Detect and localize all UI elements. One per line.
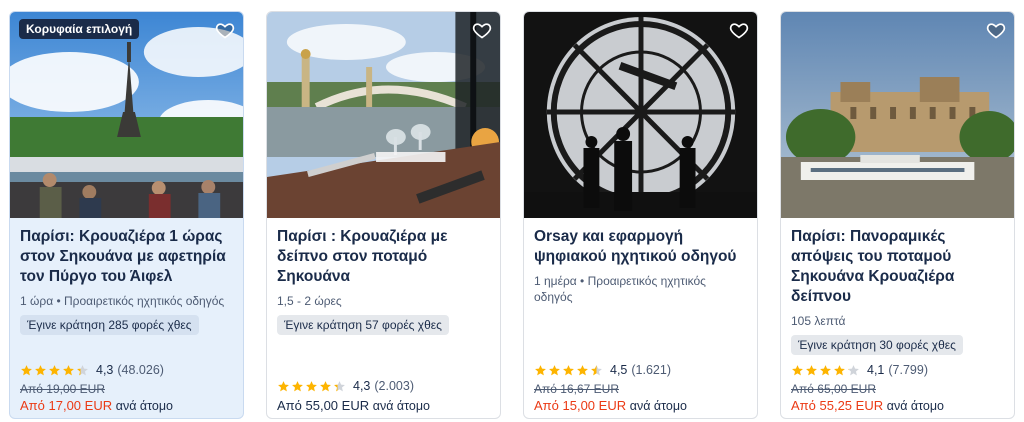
heart-icon: [215, 23, 235, 39]
activity-card[interactable]: Παρίσι: Πανοραμικές απόψεις του ποταμού …: [780, 11, 1015, 419]
star-icon: [320, 380, 331, 391]
per-person-label: ανά άτομο: [886, 399, 944, 413]
price-amount: 17,00 EUR: [48, 398, 113, 413]
star-icon: [820, 364, 831, 375]
top-pick-badge: Κορυφαία επιλογή: [19, 19, 140, 39]
activity-cards-row: Κορυφαία επιλογή Παρίσι: Κρουαζιέρα 1 ώρ…: [0, 0, 1024, 422]
price: Από 55,00 EUR ανά άτομο: [277, 397, 490, 415]
activity-card[interactable]: Παρίσι : Κρουαζιέρα με δείπνο στον ποταμ…: [266, 11, 501, 419]
price: Από 55,25 EUR ανά άτομο: [791, 397, 1004, 415]
rating-count: (7.799): [888, 363, 928, 377]
star-icon: [792, 364, 803, 375]
price: Από 15,00 EUR ανά άτομο: [534, 397, 747, 415]
activity-image[interactable]: Κορυφαία επιλογή: [10, 12, 243, 218]
activity-card[interactable]: Κορυφαία επιλογή Παρίσι: Κρουαζιέρα 1 ώρ…: [9, 11, 244, 419]
heart-icon: [729, 23, 749, 39]
star-icon: [21, 364, 32, 375]
star-icon: [563, 364, 574, 375]
price: Από 17,00 EUR ανά άτομο: [20, 397, 233, 415]
star-icon: [278, 380, 289, 391]
heart-icon: [986, 23, 1006, 39]
rating-stars: [791, 364, 861, 377]
activity-title[interactable]: Παρίσι : Κρουαζιέρα με δείπνο στον ποταμ…: [277, 227, 490, 287]
wishlist-heart-button[interactable]: [727, 18, 751, 42]
rating-count: (48.026): [117, 363, 164, 377]
heart-icon: [472, 23, 492, 39]
star-icon: [806, 364, 817, 375]
star-icon: [63, 364, 74, 375]
rating-stars: [277, 380, 347, 393]
star-icon: [549, 364, 560, 375]
activity-card[interactable]: Orsay και εφαρμογή ψηφιακού ηχητικού οδη…: [523, 11, 758, 419]
original-price: Από 16,67 EUR: [534, 382, 619, 396]
star-icon: [77, 364, 88, 375]
original-price: Από 19,00 EUR: [20, 382, 105, 396]
activity-title[interactable]: Orsay και εφαρμογή ψηφιακού ηχητικού οδη…: [534, 227, 747, 267]
activity-meta: 1 ώρα • Προαιρετικός ηχητικός οδηγός: [20, 294, 225, 308]
wishlist-heart-button[interactable]: [213, 18, 237, 42]
original-price: Από 65,00 EUR: [791, 382, 876, 396]
rating-count: (1.621): [631, 363, 671, 377]
rating-stars: [534, 364, 604, 377]
star-icon: [35, 364, 46, 375]
star-icon: [306, 380, 317, 391]
activity-title[interactable]: Παρίσι: Κρουαζιέρα 1 ώρας στον Σηκουάνα …: [20, 227, 233, 287]
rating-value: 4,5: [610, 363, 628, 377]
star-icon: [834, 364, 845, 375]
price-amount: 55,00 EUR: [305, 398, 370, 413]
star-icon: [577, 364, 588, 375]
star-icon: [334, 380, 345, 391]
activity-meta: 1 ημέρα • Προαιρετικός ηχητικός οδηγός: [534, 274, 706, 304]
rating-value: 4,3: [96, 363, 114, 377]
per-person-label: ανά άτομο: [115, 399, 173, 413]
star-icon: [49, 364, 60, 375]
rating-count: (2.003): [374, 379, 414, 393]
price-prefix: Από: [534, 398, 559, 413]
per-person-label: ανά άτομο: [629, 399, 687, 413]
rating: 4,5 (1.621): [534, 362, 747, 378]
activity-meta: 105 λεπτά: [791, 314, 846, 328]
rating: 4,1 (7.799): [791, 362, 1004, 378]
activity-image[interactable]: [781, 12, 1014, 218]
star-icon: [591, 364, 602, 375]
rating-value: 4,1: [867, 363, 885, 377]
booked-yesterday-badge: Έγινε κράτηση 57 φορές χθες: [277, 315, 449, 335]
wishlist-heart-button[interactable]: [984, 18, 1008, 42]
star-icon: [292, 380, 303, 391]
booked-yesterday-badge: Έγινε κράτηση 285 φορές χθες: [20, 315, 199, 335]
price-prefix: Από: [791, 398, 816, 413]
activity-image[interactable]: [267, 12, 500, 218]
rating: 4,3 (2.003): [277, 378, 490, 394]
rating-stars: [20, 364, 90, 377]
star-icon: [535, 364, 546, 375]
activity-image[interactable]: [524, 12, 757, 218]
rating-value: 4,3: [353, 379, 371, 393]
star-icon: [848, 364, 859, 375]
price-prefix: Από: [277, 398, 302, 413]
activity-title[interactable]: Παρίσι: Πανοραμικές απόψεις του ποταμού …: [791, 227, 1004, 307]
rating: 4,3 (48.026): [20, 362, 233, 378]
wishlist-heart-button[interactable]: [470, 18, 494, 42]
price-amount: 15,00 EUR: [562, 398, 627, 413]
booked-yesterday-badge: Έγινε κράτηση 30 φορές χθες: [791, 335, 963, 355]
price-prefix: Από: [20, 398, 45, 413]
price-amount: 55,25 EUR: [819, 398, 884, 413]
per-person-label: ανά άτομο: [372, 399, 430, 413]
activity-meta: 1,5 - 2 ώρες: [277, 294, 342, 308]
